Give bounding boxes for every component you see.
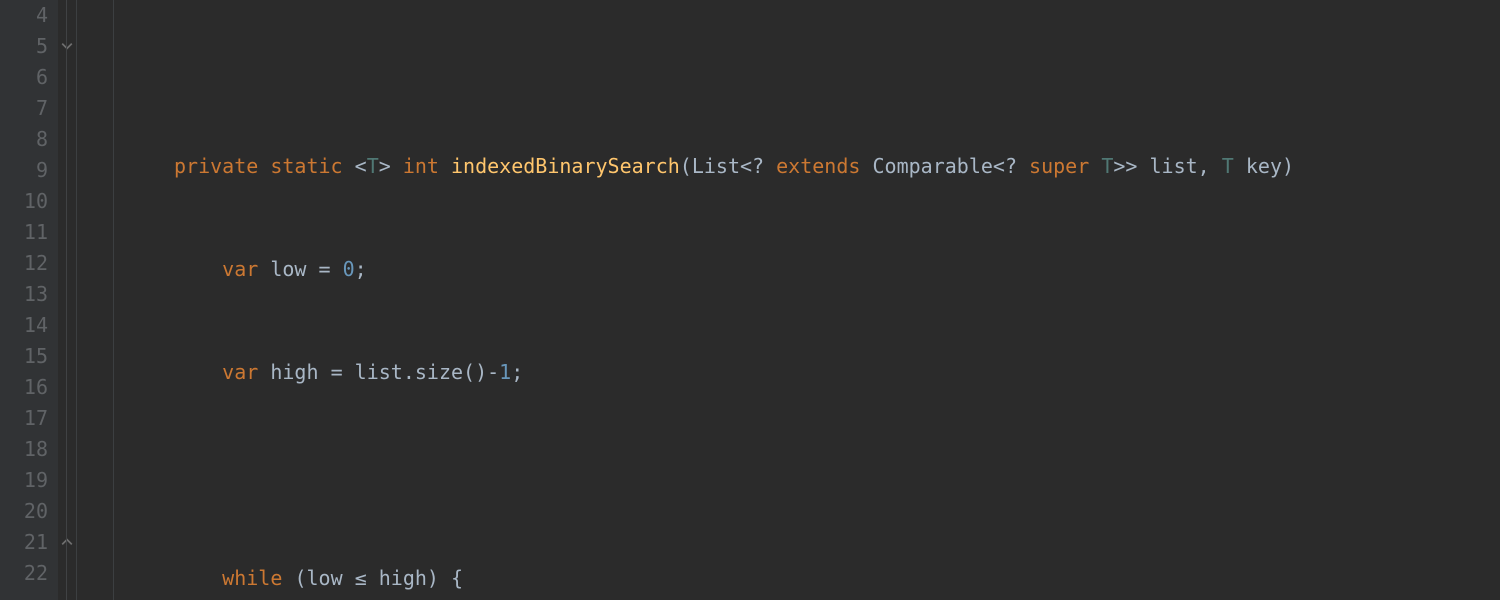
line-number: 21 xyxy=(0,527,48,558)
code-area[interactable]: private static <T> int indexedBinarySear… xyxy=(114,0,1500,600)
code-line[interactable]: private static <T> int indexedBinarySear… xyxy=(174,151,1500,182)
line-number: 13 xyxy=(0,279,48,310)
line-number: 15 xyxy=(0,341,48,372)
line-number: 9 xyxy=(0,155,48,186)
line-number: 18 xyxy=(0,434,48,465)
line-number: 7 xyxy=(0,93,48,124)
code-line[interactable] xyxy=(174,48,1500,79)
line-number: 6 xyxy=(0,62,48,93)
indent-guide xyxy=(77,0,114,600)
line-number: 22 xyxy=(0,558,48,589)
line-number: 16 xyxy=(0,372,48,403)
code-line[interactable] xyxy=(174,460,1500,491)
line-number: 4 xyxy=(0,0,48,31)
code-line[interactable]: var high = list.size()-1; xyxy=(174,357,1500,388)
code-editor[interactable]: 4 5 6 7 8 9 10 11 12 13 14 15 16 17 18 1… xyxy=(0,0,1500,600)
line-number: 19 xyxy=(0,465,48,496)
line-number: 8 xyxy=(0,124,48,155)
line-number-gutter: 4 5 6 7 8 9 10 11 12 13 14 15 16 17 18 1… xyxy=(0,0,58,600)
line-number: 5 xyxy=(0,31,48,62)
line-number: 12 xyxy=(0,248,48,279)
fold-column xyxy=(58,0,77,600)
code-line[interactable]: while (low ≤ high) { xyxy=(174,563,1500,594)
code-line[interactable]: var low = 0; xyxy=(174,254,1500,285)
fold-toggle-icon[interactable] xyxy=(58,31,76,62)
line-number: 14 xyxy=(0,310,48,341)
line-number: 11 xyxy=(0,217,48,248)
line-number: 10 xyxy=(0,186,48,217)
fold-end-icon[interactable] xyxy=(58,527,76,558)
line-number: 17 xyxy=(0,403,48,434)
line-number: 20 xyxy=(0,496,48,527)
